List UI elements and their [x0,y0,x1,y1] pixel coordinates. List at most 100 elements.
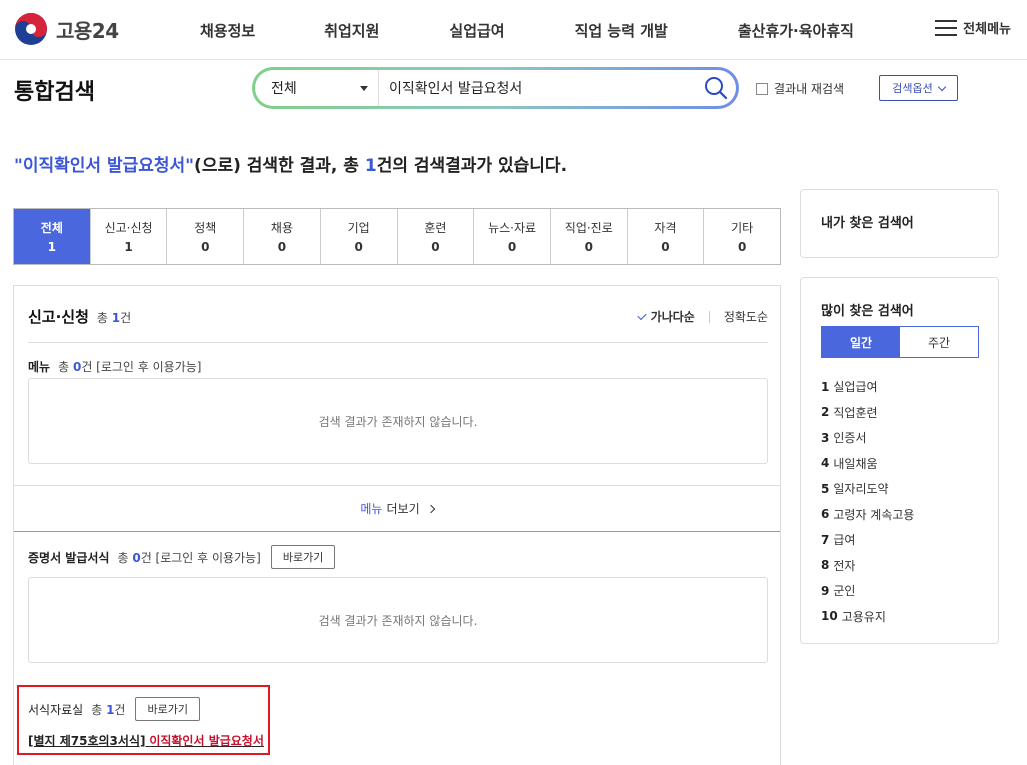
tab-label: 직업·진로 [564,221,613,235]
period-toggle: 일간 주간 [821,326,979,358]
rank-term: 실업급여 [833,380,878,395]
total-count: 1 [111,311,121,325]
rank-number: 6 [821,507,830,522]
logo[interactable]: 고용24 [14,12,119,46]
search-scope-value: 전체 [271,81,297,97]
rank-number: 4 [821,456,830,471]
nav-item-parental-leave[interactable]: 출산휴가·육아휴직 [738,20,854,41]
divider [708,310,710,323]
list-item[interactable]: 1 실업급여 [821,374,914,400]
rank-term: 고령자 계속고용 [833,507,915,522]
search-icon [705,77,728,100]
section-header: 신고·신청 총 1건 [28,306,131,327]
tab-etc[interactable]: 기타 0 [703,209,780,264]
rank-term: 인증서 [833,431,867,446]
total-prefix: 총 [58,360,73,374]
tab-label: 훈련 [424,221,447,235]
tab-qualification[interactable]: 자격 0 [626,209,704,264]
nav-item-skills-development[interactable]: 직업 능력 개발 [575,20,668,41]
section-total: 총 1건 [97,309,131,326]
all-menu-button[interactable]: 전체메뉴 [935,18,1011,37]
search-scope-select[interactable]: 전체 [255,70,379,106]
tab-count: 0 [507,240,517,254]
tab-label: 정책 [194,221,217,235]
rank-term: 전자 [833,558,856,573]
rank-number: 2 [821,405,830,420]
tab-recruit[interactable]: 채용 0 [243,209,320,264]
menu-empty-result: 검색 결과가 존재하지 않습니다. [28,378,768,464]
list-item[interactable]: 7 급여 [821,527,914,553]
tab-count: 1 [47,240,57,254]
rank-term: 급여 [833,533,856,548]
cert-empty-result: 검색 결과가 존재하지 않습니다. [28,577,768,663]
list-item[interactable]: 3 인증서 [821,425,914,451]
re-search-option[interactable]: 결과내 재검색 [756,80,844,97]
search-options-label: 검색옵션 [892,82,933,95]
tab-count: 0 [431,240,440,254]
rank-number: 8 [821,558,830,573]
forms-subsection-title: 서식자료실 [28,702,84,717]
tab-report-apply[interactable]: 신고·신청 1 [89,209,167,264]
tab-policy[interactable]: 정책 0 [166,209,243,264]
search-options-button[interactable]: 검색옵션 [879,75,958,101]
category-tabs: 전체 1 신고·신청 1 정책 0 채용 0 기업 0 훈련 0 뉴스·자료 0 직업·진로 0… [13,208,781,265]
total-prefix: 총 [96,311,112,325]
cert-goto-button[interactable]: 바로가기 [270,545,336,569]
tab-label: 자격 [654,221,677,235]
tab-news[interactable]: 뉴스·자료 0 [473,209,550,264]
rank-term: 고용유지 [841,609,886,624]
list-item[interactable]: 9 군인 [821,578,914,604]
total-suffix: 건 [120,311,132,325]
rank-term: 내일채움 [833,456,878,471]
nav-item-unemployment-benefit[interactable]: 실업급여 [449,20,504,41]
check-icon [637,310,647,320]
tab-training[interactable]: 훈련 0 [396,209,474,264]
all-menu-label: 전체메뉴 [963,22,1011,37]
list-item[interactable]: 4 내일채움 [821,451,914,477]
search-button[interactable] [696,70,736,106]
nav-item-employment-support[interactable]: 취업지원 [324,20,379,41]
search-input[interactable] [379,70,696,106]
list-item[interactable]: 2 직업훈련 [821,400,914,426]
total-suffix: 건 [로그인 후 이용가능] [140,550,261,565]
rank-term: 일자리도약 [833,482,889,497]
re-search-checkbox[interactable] [756,82,768,95]
list-item[interactable]: 6 고령자 계속고용 [821,502,914,528]
forms-subsection-header: 서식자료실 총 1건 바로가기 [28,697,200,721]
total-prefix: 총 [91,702,107,717]
tab-count: 0 [584,240,593,254]
caret-down-icon [360,85,368,91]
nav-item-jobs[interactable]: 채용정보 [200,20,255,41]
re-search-label: 결과내 재검색 [774,82,845,96]
cert-total: 총 0건 [로그인 후 이용가능] [117,549,260,566]
menu-more-button[interactable]: 메뉴 더보기 [14,485,780,532]
tab-all[interactable]: 전체 1 [14,209,90,264]
list-item[interactable]: 5 일자리도약 [821,476,914,502]
more-label-keyword: 메뉴 [360,502,383,516]
list-item[interactable]: 10 고용유지 [821,604,914,630]
rank-number: 1 [821,379,830,394]
rank-number: 10 [821,609,838,624]
tab-daily[interactable]: 일간 [822,327,900,357]
list-item[interactable]: 8 전자 [821,553,914,579]
my-searches-title: 내가 찾은 검색어 [821,216,914,231]
sort-alphabetical[interactable]: 가나다순 [637,308,695,325]
form-result-link[interactable]: [별지 제75호의3서식] 이직확인서 발급요청서 [28,732,264,749]
divider [28,342,768,343]
rank-number: 3 [821,430,830,445]
tab-count: 0 [201,240,210,254]
total-suffix: 건 [114,702,126,717]
tab-label: 뉴스·자료 [488,221,537,235]
sort-accuracy[interactable]: 정확도순 [724,308,768,325]
tab-weekly[interactable]: 주간 [900,327,978,357]
total-prefix: 총 [117,550,133,565]
tab-count: 1 [124,240,133,254]
tab-career[interactable]: 직업·진로 0 [549,209,627,264]
page-title: 통합검색 [14,80,95,105]
total-count: 0 [132,550,141,565]
my-searches-panel: 내가 찾은 검색어 [800,189,999,258]
tab-company[interactable]: 기업 0 [319,209,397,264]
rank-term: 군인 [833,584,856,599]
forms-goto-button[interactable]: 바로가기 [135,697,200,721]
global-header: 고용24 채용정보 취업지원 실업급여 직업 능력 개발 출산휴가·육아휴직 전… [0,0,1027,60]
